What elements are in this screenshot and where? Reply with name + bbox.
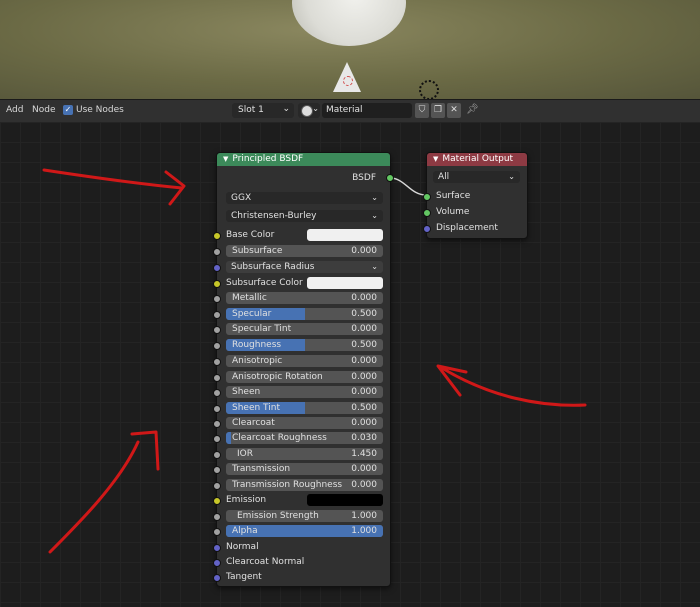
material-name: Material bbox=[326, 105, 363, 115]
use-nodes-label: Use Nodes bbox=[76, 105, 124, 115]
annotation-arrows bbox=[42, 168, 587, 554]
red-arrow-top-left bbox=[42, 168, 186, 206]
duplicate-material-icon[interactable]: ❐ bbox=[431, 103, 445, 118]
fake-user-shield-icon[interactable]: ⛉ bbox=[415, 103, 429, 118]
light-origin-icon bbox=[343, 76, 353, 86]
node-editor-header: Add Node ✓ Use Nodes Slot 1 ⌄ ⌄ Material… bbox=[0, 99, 700, 123]
use-nodes-checkbox[interactable]: ✓ bbox=[63, 105, 73, 115]
red-arrow-right bbox=[436, 364, 587, 407]
red-arrow-bottom-left bbox=[48, 430, 160, 554]
material-name-field[interactable]: Material bbox=[322, 103, 412, 118]
material-browse-button[interactable]: ⌄ bbox=[298, 103, 320, 118]
chevron-down-icon: ⌄ bbox=[282, 104, 290, 114]
node-menu[interactable]: Node bbox=[32, 105, 56, 115]
preview-sphere bbox=[292, 0, 406, 46]
pin-icon[interactable]: 📌︎ bbox=[466, 104, 479, 115]
slot-value: Slot 1 bbox=[238, 105, 264, 115]
material-sphere-icon bbox=[301, 105, 313, 117]
slot-dropdown[interactable]: Slot 1 ⌄ bbox=[232, 103, 294, 118]
3d-viewport[interactable] bbox=[0, 0, 700, 99]
add-menu[interactable]: Add bbox=[6, 105, 23, 115]
node-editor-canvas[interactable]: ▼ Principled BSDF BSDF GGX ⌄ Christensen-B… bbox=[0, 122, 700, 607]
unlink-close-icon[interactable]: ✕ bbox=[447, 103, 461, 118]
cursor-gizmo-icon bbox=[419, 80, 439, 99]
chevron-down-icon: ⌄ bbox=[312, 104, 319, 113]
